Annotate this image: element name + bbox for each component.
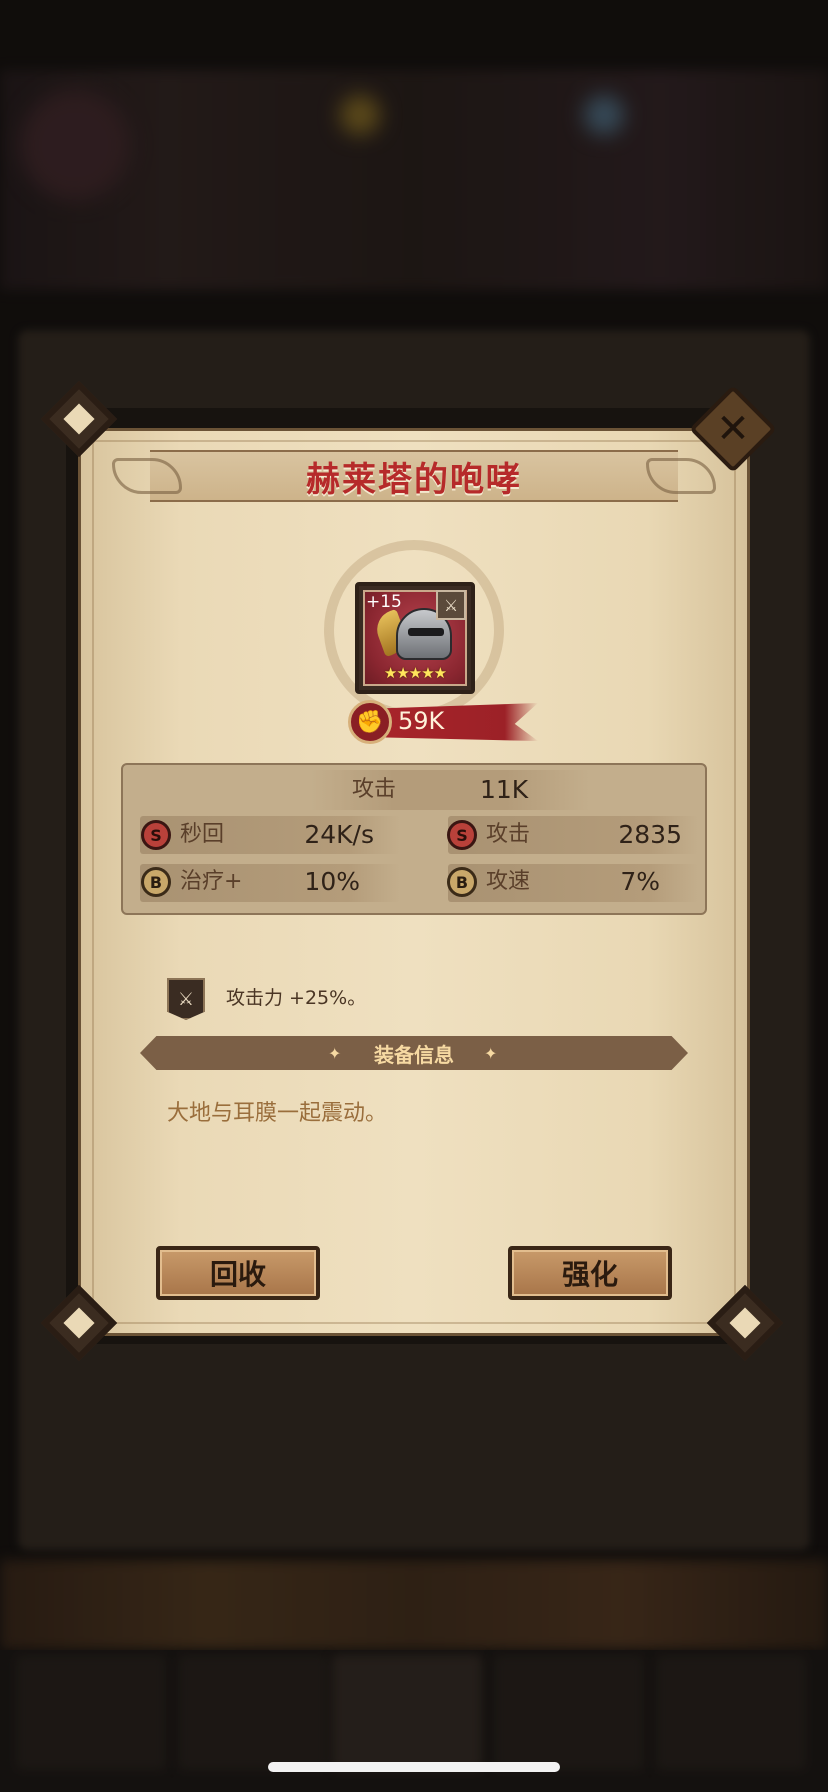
sub-stat-label: 治疗+: [180, 869, 243, 894]
grade-badge: S: [141, 820, 171, 850]
sub-stat-value: 2835: [618, 820, 682, 849]
sub-stat-label: 攻速: [486, 869, 531, 894]
sub-stat-label: 攻击: [486, 822, 531, 847]
main-stat-label: 攻击: [352, 777, 397, 802]
grade-badge: B: [447, 867, 477, 897]
sub-stat-label: 秒回: [180, 822, 225, 847]
sword-icon: ⚔: [436, 590, 466, 620]
fist-icon: ✊: [348, 700, 392, 744]
home-indicator[interactable]: [268, 1762, 560, 1772]
recycle-button[interactable]: 回收: [156, 1246, 320, 1300]
section-title: 装备信息: [374, 1042, 454, 1067]
item-description: 大地与耳膜一起震动。: [167, 1101, 388, 1126]
enhance-level: +15: [366, 592, 402, 612]
grade-badge: B: [141, 867, 171, 897]
passive-effect: 攻击力 +25%。: [226, 987, 367, 1009]
grade-badge: S: [447, 820, 477, 850]
sub-stat-value: 24K/s: [304, 820, 374, 849]
item-title: 赫莱塔的咆哮: [306, 459, 522, 500]
enhance-button[interactable]: 强化: [508, 1246, 672, 1300]
close-icon[interactable]: ✕: [702, 398, 764, 460]
sword-icon: ⚔: [167, 978, 205, 1020]
sub-stat-value: 7%: [620, 867, 660, 896]
star-rating: ★★★★★: [383, 664, 447, 682]
power-value: 59K: [398, 707, 445, 735]
main-stat-value: 11K: [480, 775, 529, 804]
sub-stat-value: 10%: [304, 867, 360, 896]
helmet-visor: [408, 628, 444, 636]
